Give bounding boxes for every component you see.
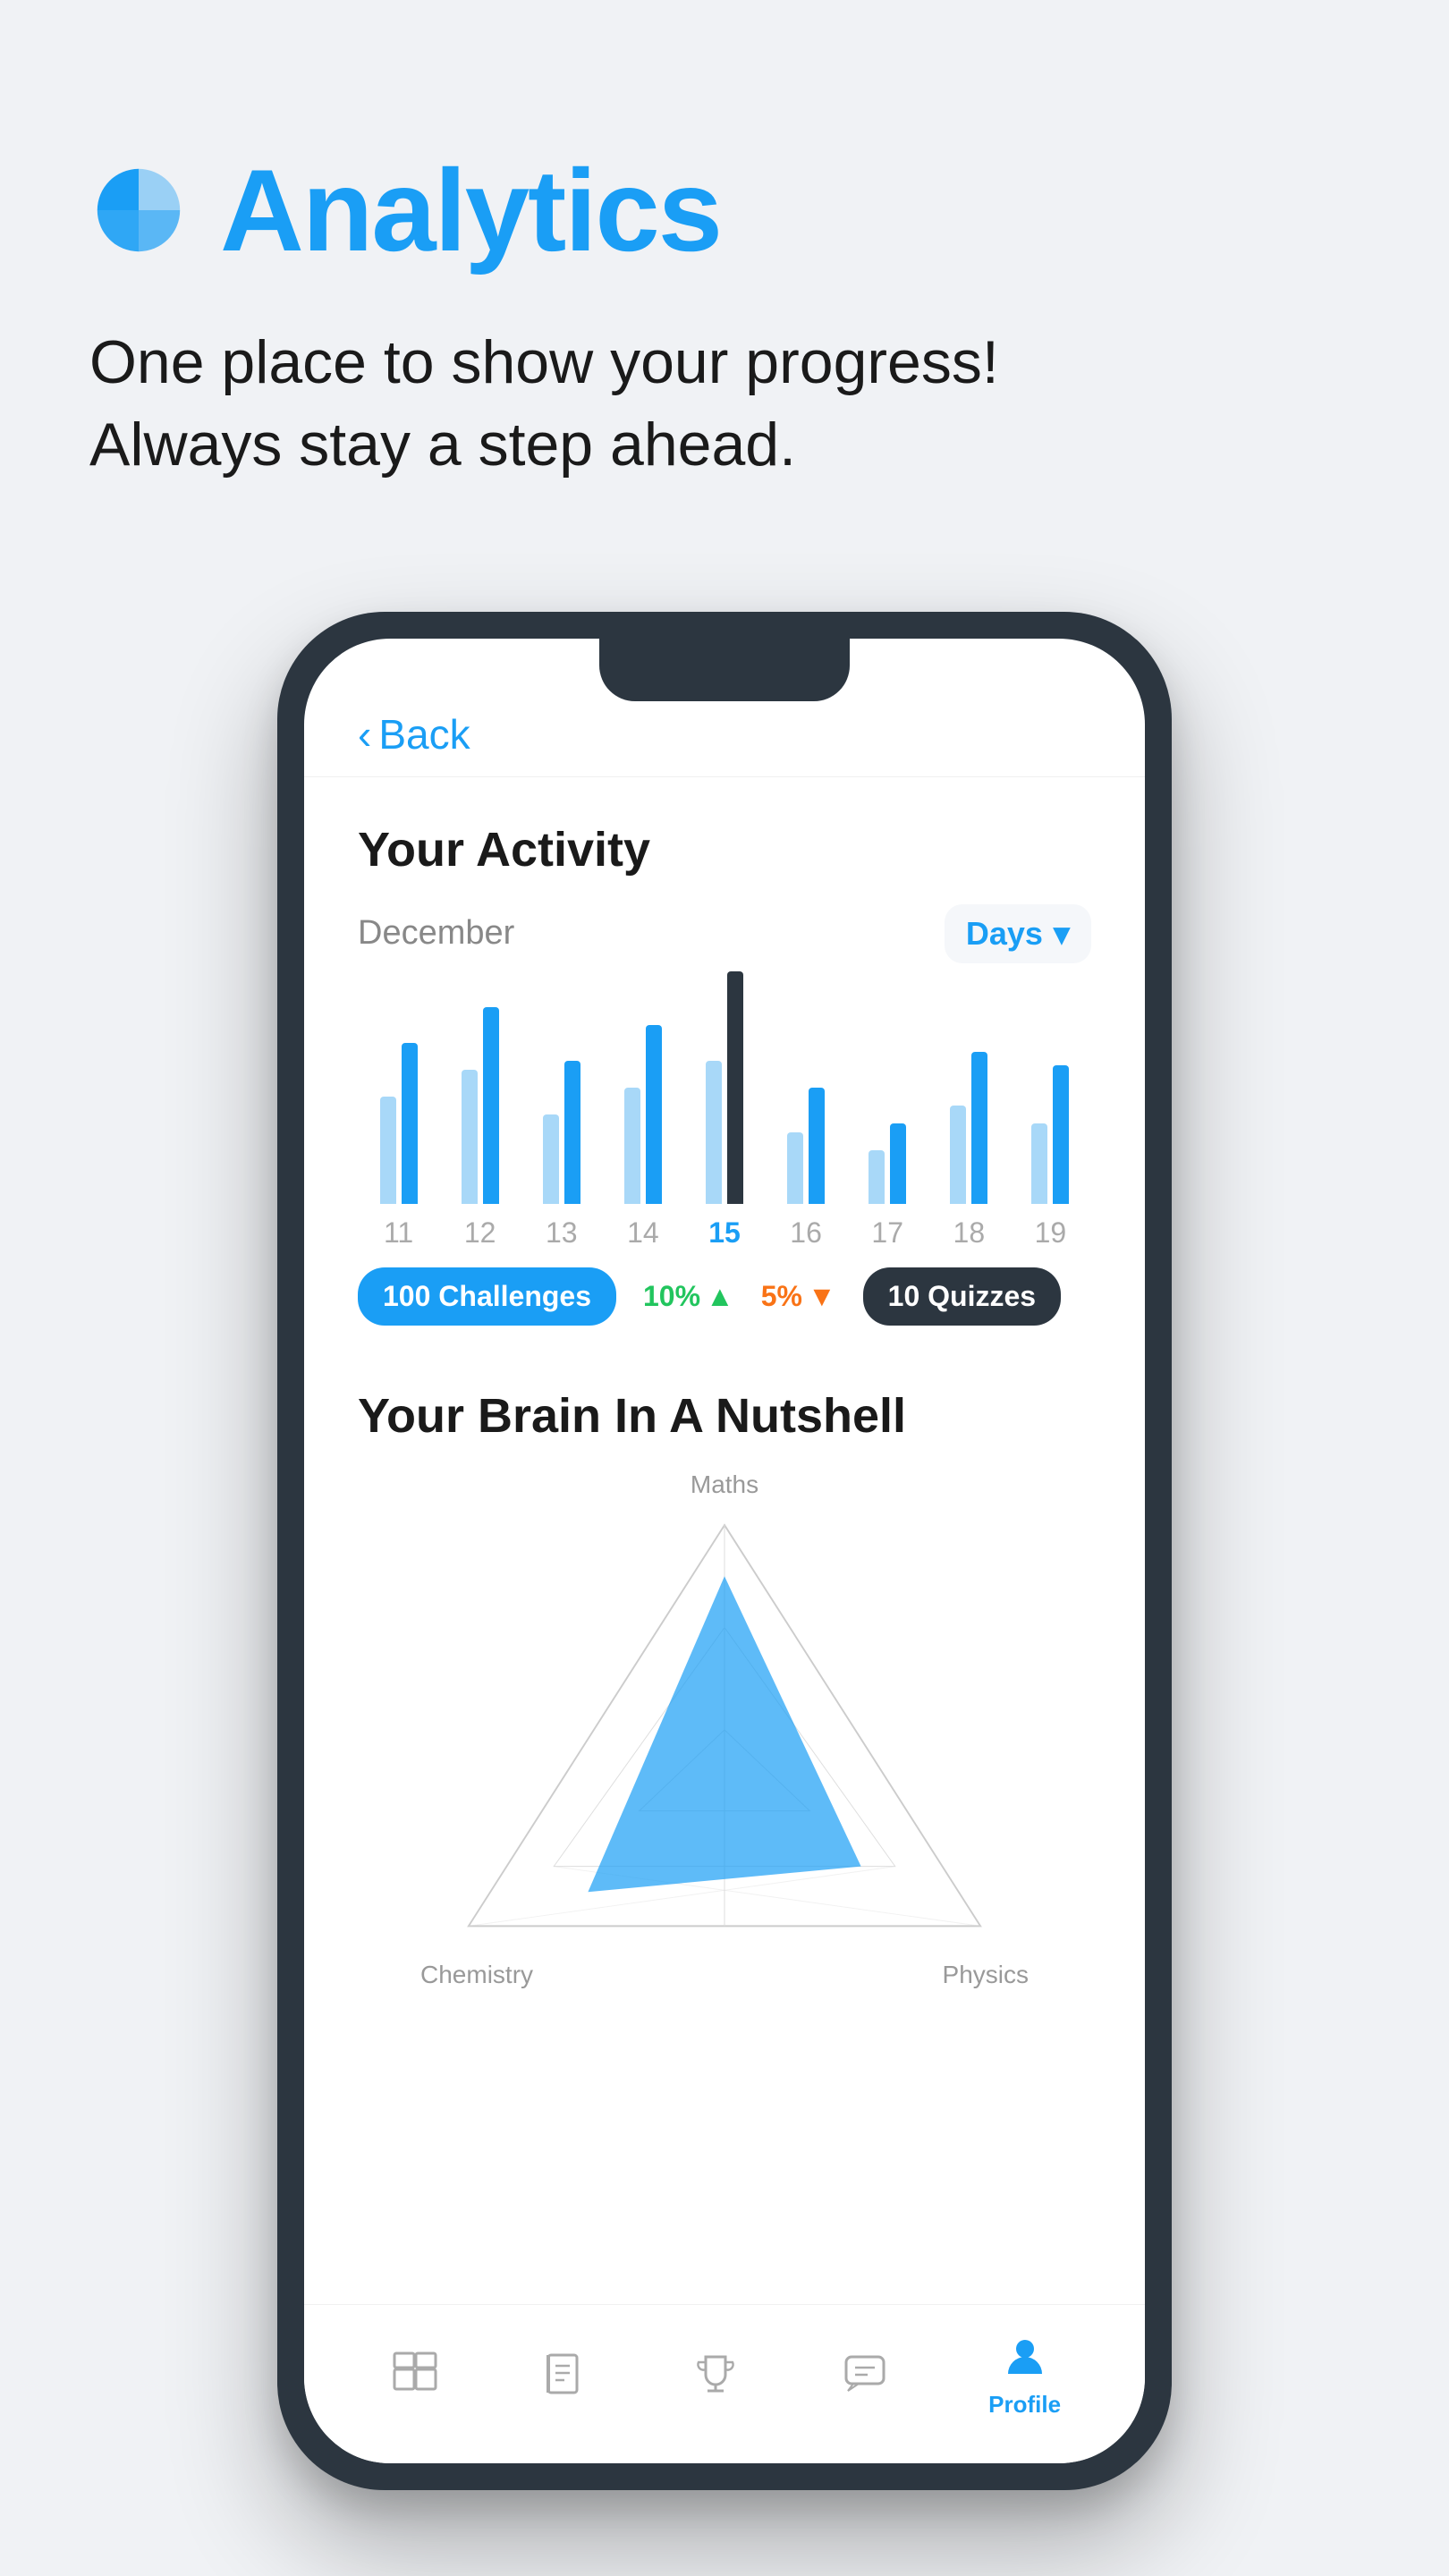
quizzes-badge: 10 Quizzes	[863, 1267, 1061, 1326]
nav-item-chat[interactable]	[838, 2347, 892, 2401]
profile-icon	[998, 2330, 1052, 2384]
maths-label: Maths	[691, 1470, 758, 1499]
analytics-pie-icon	[89, 161, 188, 259]
bar-group-11: 11	[358, 1043, 439, 1250]
phone-container: ‹ Back Your Activity December Days ▾	[0, 612, 1449, 2490]
bar-label: 19	[1035, 1216, 1067, 1250]
phone-screen: ‹ Back Your Activity December Days ▾	[304, 639, 1145, 2463]
chemistry-label: Chemistry	[420, 1961, 533, 1989]
back-button[interactable]: ‹ Back	[358, 710, 1091, 758]
up-arrow-icon: ▲	[706, 1280, 734, 1313]
bar-light	[950, 1106, 966, 1204]
bar-dark	[402, 1043, 418, 1204]
bar-label: 14	[627, 1216, 659, 1250]
challenges-badge: 100 Challenges	[358, 1267, 616, 1326]
hero-subtitle: One place to show your progress! Always …	[89, 322, 1360, 487]
challenges-change: 10% ▲	[643, 1280, 734, 1313]
bar-light	[706, 1061, 722, 1204]
phone-notch	[599, 639, 850, 701]
quizzes-change: 5% ▼	[761, 1280, 836, 1313]
book-icon	[538, 2347, 592, 2401]
back-nav: ‹ Back	[304, 692, 1145, 777]
bottom-nav: Profile	[304, 2304, 1145, 2463]
bar-label: 17	[871, 1216, 903, 1250]
physics-label: Physics	[943, 1961, 1029, 1989]
back-chevron-icon: ‹	[358, 710, 371, 758]
dropdown-chevron-icon: ▾	[1054, 915, 1070, 953]
bar-group-19: 19	[1010, 1065, 1091, 1250]
bar-light	[380, 1097, 396, 1204]
home-icon	[388, 2347, 442, 2401]
triangle-chart: Maths	[358, 1470, 1091, 1989]
page-title: Analytics	[220, 143, 721, 277]
bar-light	[543, 1114, 559, 1204]
screen-content: ‹ Back Your Activity December Days ▾	[304, 639, 1145, 2463]
bar-label: 11	[384, 1216, 413, 1250]
bar-group-17: 17	[847, 1123, 928, 1250]
brain-section: Your Brain In A Nutshell Maths	[304, 1352, 1145, 2007]
bar-dark	[646, 1025, 662, 1204]
days-selector[interactable]: Days ▾	[945, 904, 1091, 963]
nav-item-trophy[interactable]	[689, 2347, 742, 2401]
back-label: Back	[378, 710, 470, 758]
bar-dark	[890, 1123, 906, 1204]
nav-item-home[interactable]	[388, 2347, 442, 2401]
profile-nav-label: Profile	[988, 2391, 1061, 2419]
down-arrow-icon: ▼	[808, 1280, 836, 1313]
bar-group-12: 12	[439, 1007, 521, 1250]
bar-label: 12	[464, 1216, 496, 1250]
bar-dark	[483, 1007, 499, 1204]
bar-label-active: 15	[708, 1216, 741, 1250]
bar-black	[727, 971, 743, 1204]
bar-light	[869, 1150, 885, 1204]
bar-dark	[971, 1052, 987, 1204]
bar-label: 18	[953, 1216, 986, 1250]
bar-light	[462, 1070, 478, 1204]
trophy-icon	[689, 2347, 742, 2401]
bar-light	[787, 1132, 803, 1204]
brain-svg	[420, 1508, 1029, 1952]
nav-item-book[interactable]	[538, 2347, 592, 2401]
month-row: December Days ▾	[358, 904, 1091, 963]
bar-light	[1031, 1123, 1047, 1204]
brain-title: Your Brain In A Nutshell	[358, 1388, 1091, 1444]
bar-label: 16	[790, 1216, 822, 1250]
activity-section: Your Activity December Days ▾	[304, 777, 1145, 1352]
chat-icon	[838, 2347, 892, 2401]
bar-group-14: 14	[602, 1025, 683, 1250]
hero-title-row: Analytics	[89, 143, 1360, 277]
month-label: December	[358, 914, 514, 953]
bar-light	[624, 1088, 640, 1204]
bar-dark	[1053, 1065, 1069, 1204]
bar-label: 13	[546, 1216, 578, 1250]
bar-group-13: 13	[521, 1061, 602, 1250]
bar-group-15: 15	[683, 971, 765, 1250]
hero-section: Analytics One place to show your progres…	[0, 0, 1449, 612]
activity-title: Your Activity	[358, 822, 1091, 877]
nav-item-profile[interactable]: Profile	[988, 2330, 1061, 2419]
bar-dark	[564, 1061, 580, 1204]
axis-labels: Chemistry Physics	[420, 1961, 1029, 1989]
bar-chart: 11 12	[358, 999, 1091, 1250]
bar-dark	[809, 1088, 825, 1204]
stats-row: 100 Challenges 10% ▲ 5% ▼ 10 Quizzes	[358, 1267, 1091, 1326]
phone-frame: ‹ Back Your Activity December Days ▾	[277, 612, 1172, 2490]
bar-group-18: 18	[928, 1052, 1010, 1250]
bar-group-16: 16	[766, 1088, 847, 1250]
